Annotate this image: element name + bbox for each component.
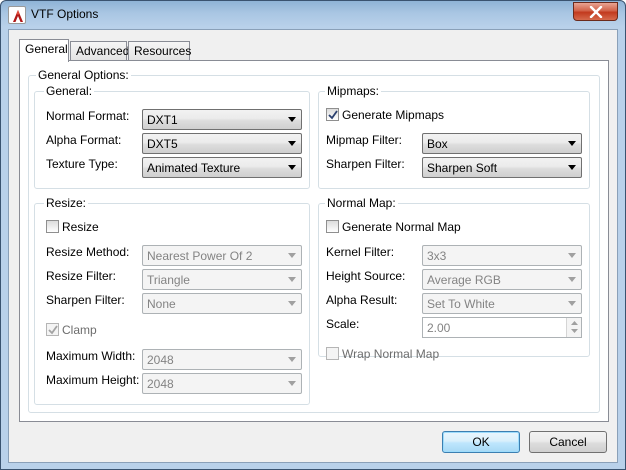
spin-up-icon: [571, 321, 578, 325]
resize-checkbox[interactable]: [46, 220, 59, 233]
scale-value: 2.00: [427, 321, 451, 335]
window-title: VTF Options: [31, 7, 99, 21]
maximum-height-value: 2048: [147, 377, 174, 391]
texture-type-dropdown[interactable]: Animated Texture: [142, 157, 302, 178]
resize-method-dropdown[interactable]: Nearest Power Of 2: [142, 245, 302, 266]
chevron-down-icon: [288, 277, 296, 282]
resize-checkbox-label[interactable]: Resize: [62, 220, 99, 234]
ok-button[interactable]: OK: [442, 431, 520, 453]
generate-mipmaps-checkbox[interactable]: [326, 108, 339, 121]
height-source-value: Average RGB: [427, 273, 501, 287]
cancel-button-label: Cancel: [549, 435, 587, 449]
vtf-options-window: VTF Options General Advanced Resources G…: [0, 0, 626, 470]
chevron-down-icon: [568, 301, 576, 306]
checkmark-icon: [328, 110, 338, 120]
maximum-height-label: Maximum Height:: [46, 373, 140, 387]
chevron-down-icon: [288, 117, 296, 122]
resize-sharpen-filter-label: Sharpen Filter:: [46, 293, 125, 307]
chevron-down-icon: [568, 277, 576, 282]
resize-sharpen-filter-value: None: [147, 297, 176, 311]
cancel-button[interactable]: Cancel: [529, 431, 607, 453]
chevron-down-icon: [288, 141, 296, 146]
normal-format-dropdown[interactable]: DXT1: [142, 109, 302, 130]
sharpen-filter-value: Sharpen Soft: [427, 161, 498, 175]
maximum-height-dropdown[interactable]: 2048: [142, 373, 302, 394]
sharpen-filter-label: Sharpen Filter:: [326, 157, 405, 171]
generate-normal-map-label[interactable]: Generate Normal Map: [342, 220, 461, 234]
scale-label: Scale:: [326, 317, 360, 331]
maximum-width-dropdown[interactable]: 2048: [142, 349, 302, 370]
height-source-dropdown[interactable]: Average RGB: [422, 269, 582, 290]
wrap-normal-map-checkbox[interactable]: [326, 347, 339, 360]
chevron-down-icon: [568, 253, 576, 258]
mipmaps-group-label: Mipmaps:: [325, 84, 382, 98]
mipmap-filter-label: Mipmap Filter:: [326, 133, 403, 147]
kernel-filter-dropdown[interactable]: 3x3: [422, 245, 582, 266]
general-tab-panel: General Options: General: Normal Format:…: [19, 60, 609, 422]
chevron-down-icon: [288, 357, 296, 362]
resize-filter-value: Triangle: [147, 273, 190, 287]
clamp-label[interactable]: Clamp: [62, 323, 97, 337]
wrap-normal-map-label[interactable]: Wrap Normal Map: [342, 347, 439, 361]
tab-resources-label: Resources: [134, 44, 192, 58]
resize-method-label: Resize Method:: [46, 245, 130, 259]
resize-sharpen-filter-dropdown[interactable]: None: [142, 293, 302, 314]
kernel-filter-label: Kernel Filter:: [326, 245, 395, 259]
chevron-down-icon: [288, 165, 296, 170]
resize-filter-label: Resize Filter:: [46, 269, 117, 283]
alpha-result-label: Alpha Result:: [326, 293, 398, 307]
chevron-down-icon: [288, 381, 296, 386]
tab-advanced[interactable]: Advanced: [70, 41, 130, 61]
title-bar[interactable]: VTF Options: [1, 1, 625, 29]
mipmap-filter-dropdown[interactable]: Box: [422, 133, 582, 154]
alpha-result-dropdown[interactable]: Set To White: [422, 293, 582, 314]
checkmark-icon: [48, 325, 58, 335]
maximum-width-value: 2048: [147, 353, 174, 367]
height-source-label: Height Source:: [326, 269, 406, 283]
alpha-format-label: Alpha Format:: [46, 133, 122, 147]
generate-normal-map-checkbox[interactable]: [326, 220, 339, 233]
resize-group-label: Resize:: [44, 196, 89, 210]
normal-map-group-label: Normal Map:: [325, 196, 398, 210]
kernel-filter-value: 3x3: [427, 249, 447, 263]
chevron-down-icon: [568, 141, 576, 146]
scale-spinbox[interactable]: 2.00: [422, 317, 582, 338]
alpha-format-value: DXT5: [147, 137, 178, 151]
general-group-label: General:: [44, 84, 95, 98]
tab-general[interactable]: General: [19, 39, 69, 62]
spin-down-icon: [571, 329, 578, 333]
texture-type-label: Texture Type:: [46, 157, 118, 171]
vtf-app-icon: [8, 6, 26, 24]
close-icon: [589, 6, 603, 18]
dialog-client-area: General Advanced Resources General Optio…: [8, 29, 618, 463]
sharpen-filter-dropdown[interactable]: Sharpen Soft: [422, 157, 582, 178]
general-options-label: General Options:: [36, 68, 131, 82]
tab-resources[interactable]: Resources: [128, 41, 192, 61]
mipmap-filter-value: Box: [427, 137, 448, 151]
maximum-width-label: Maximum Width:: [46, 349, 136, 363]
scale-spin-buttons[interactable]: [566, 318, 581, 337]
alpha-format-dropdown[interactable]: DXT5: [142, 133, 302, 154]
texture-type-value: Animated Texture: [147, 161, 241, 175]
resize-method-value: Nearest Power Of 2: [147, 249, 253, 263]
normal-format-value: DXT1: [147, 113, 178, 127]
resize-filter-dropdown[interactable]: Triangle: [142, 269, 302, 290]
chevron-down-icon: [288, 301, 296, 306]
chevron-down-icon: [288, 253, 296, 258]
alpha-result-value: Set To White: [427, 297, 495, 311]
normal-format-label: Normal Format:: [46, 109, 130, 123]
tab-advanced-label: Advanced: [76, 44, 130, 58]
chevron-down-icon: [568, 165, 576, 170]
clamp-checkbox[interactable]: [46, 323, 59, 336]
tab-general-label: General: [25, 42, 68, 56]
generate-mipmaps-label[interactable]: Generate Mipmaps: [342, 108, 444, 122]
close-button[interactable]: [573, 2, 618, 21]
